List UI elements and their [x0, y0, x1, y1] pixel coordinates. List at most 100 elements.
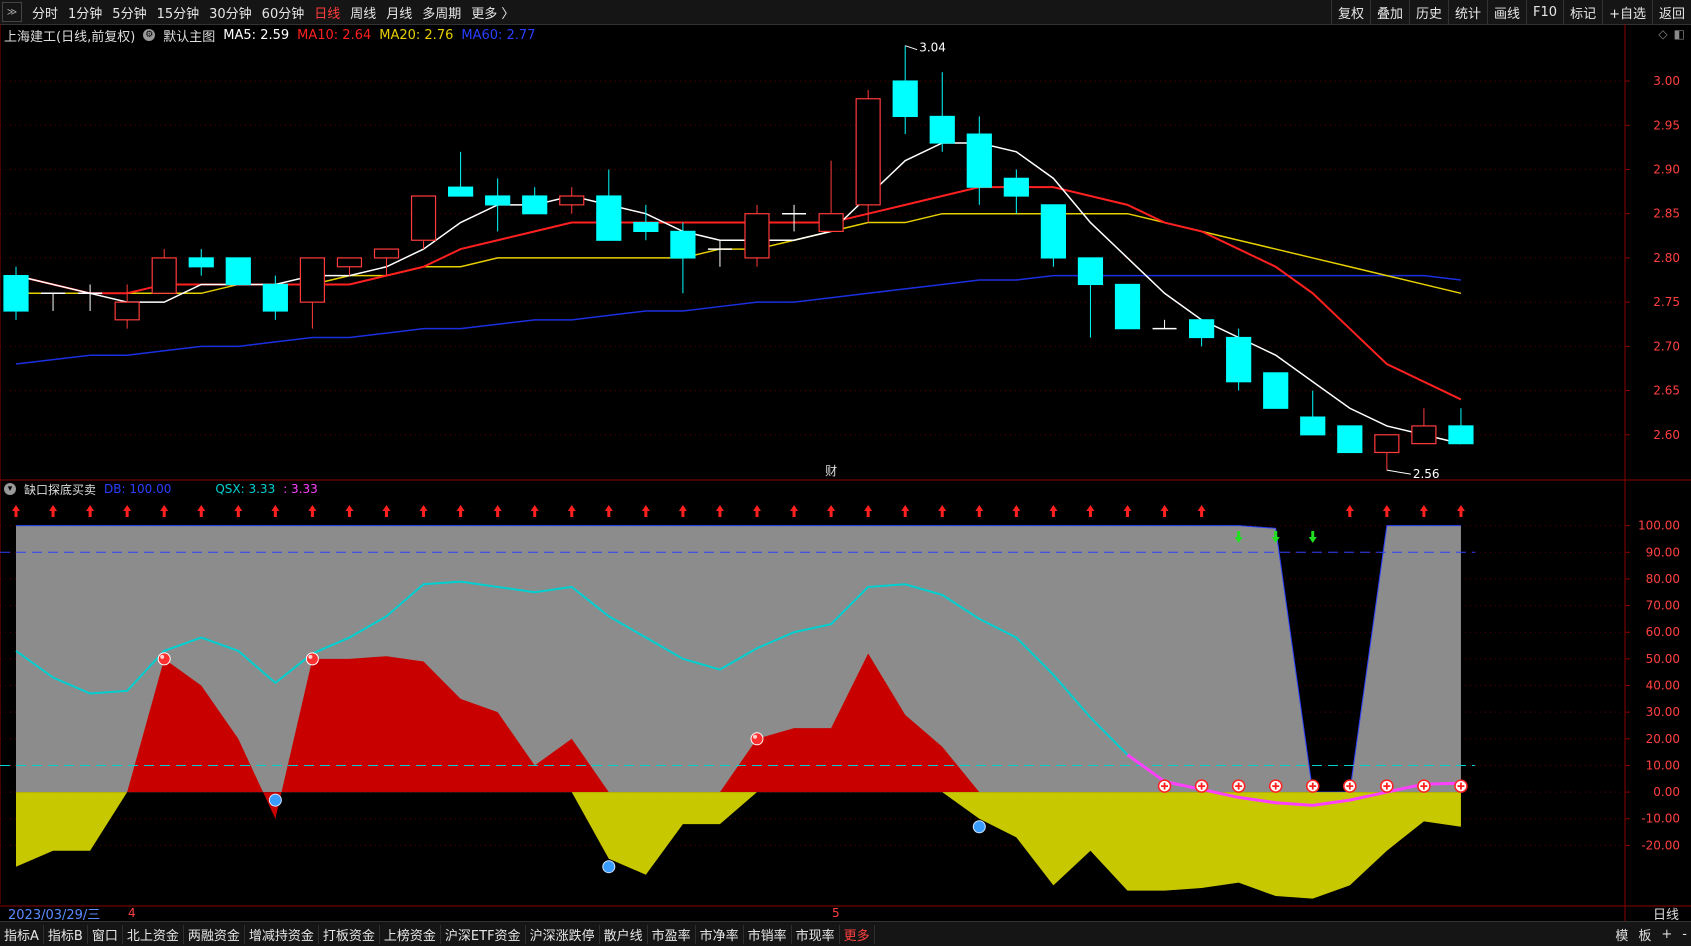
indicator-tick-label: 40.00	[1646, 679, 1680, 693]
up-arrow-icon	[456, 505, 465, 517]
indicator-tick-label: 60.00	[1646, 625, 1680, 639]
up-arrow-icon	[641, 505, 650, 517]
up-arrow-icon	[1123, 505, 1132, 517]
up-arrow-icon	[790, 505, 799, 517]
tool-button-8[interactable]: 返回	[1651, 0, 1691, 24]
period-tab-9[interactable]: 多周期	[422, 3, 461, 22]
candle-body	[596, 195, 622, 241]
candle-body	[1411, 425, 1437, 445]
tool-button-7[interactable]: +自选	[1602, 0, 1652, 24]
up-arrow-icon	[1160, 505, 1169, 517]
indicator-tab-0[interactable]: 指标A	[0, 924, 44, 944]
up-arrow-icon	[567, 505, 576, 517]
qsx-label: QSX: 3.33	[215, 482, 276, 496]
tool-button-4[interactable]: 画线	[1487, 0, 1526, 24]
indicator-tick-label: 90.00	[1646, 545, 1680, 559]
bottom-button-1[interactable]: 板	[1638, 925, 1651, 944]
up-arrow-icon	[827, 505, 836, 517]
candle-body	[1040, 204, 1067, 259]
indicator-tab-11[interactable]: 市盈率	[648, 924, 696, 944]
up-arrow-icon	[1197, 505, 1206, 517]
bottom-button-0[interactable]: 模	[1615, 925, 1628, 944]
candle-body	[262, 283, 288, 312]
candle-body	[373, 248, 400, 259]
up-arrow-icon	[308, 505, 317, 517]
indicator-tab-5[interactable]: 增减持资金	[245, 924, 319, 944]
bottom-button-2[interactable]: +	[1661, 927, 1672, 942]
red-ball-icon	[305, 652, 319, 666]
candle-body	[929, 115, 955, 144]
candle-body	[114, 301, 140, 321]
indicator-tab-6[interactable]: 打板资金	[319, 924, 380, 944]
up-arrow-icon	[678, 505, 687, 517]
indicator-tab-7[interactable]: 上榜资金	[380, 924, 441, 944]
price-tick-label: 3.00	[1653, 74, 1680, 88]
candle-body	[1337, 425, 1363, 454]
month-label-4: 4	[128, 906, 136, 920]
tool-button-3[interactable]: 统计	[1448, 0, 1487, 24]
price-tick-label: 2.75	[1653, 295, 1680, 309]
up-arrow-icon	[604, 505, 613, 517]
indicator-tab-2[interactable]: 窗口	[88, 924, 123, 944]
price-tick-label: 2.95	[1653, 118, 1680, 132]
down-arrow-icon	[1308, 531, 1317, 543]
indicator-title[interactable]: 缺口探底买卖	[24, 481, 96, 498]
indicator-menu-icon[interactable]: ▾	[4, 483, 16, 495]
indicator-tab-9[interactable]: 沪深涨跌停	[526, 924, 600, 944]
price-tick-label: 2.85	[1653, 207, 1680, 221]
candle-body	[818, 213, 844, 232]
up-arrow-icon	[975, 505, 984, 517]
up-arrow-icon	[1456, 505, 1465, 517]
up-arrow-icon	[715, 505, 724, 517]
indicator-tab-4[interactable]: 两融资金	[184, 924, 245, 944]
collapse-icon[interactable]: ≫	[2, 2, 22, 22]
candle-body	[744, 213, 770, 259]
indicator-tab-1[interactable]: 指标B	[44, 924, 88, 944]
candle-body	[670, 230, 696, 259]
indicator-tab-3[interactable]: 北上资金	[123, 924, 184, 944]
candle-body	[1300, 416, 1326, 436]
period-tab-6[interactable]: 日线	[314, 3, 340, 22]
tool-button-1[interactable]: 叠加	[1369, 0, 1409, 24]
tool-button-2[interactable]: 历史	[1408, 0, 1448, 24]
indicator-tab-8[interactable]: 沪深ETF资金	[441, 924, 526, 944]
indicator-tick-label: 80.00	[1646, 572, 1680, 586]
tool-button-6[interactable]: 标记	[1563, 0, 1602, 24]
indicator-tab-10[interactable]: 散户线	[600, 924, 648, 944]
indicator-tick-label: 10.00	[1646, 758, 1680, 772]
period-tab-0[interactable]: 分时	[32, 3, 58, 22]
period-tab-10[interactable]: 更多 〉	[471, 3, 514, 22]
period-tab-2[interactable]: 5分钟	[112, 3, 146, 22]
candle-body	[1114, 283, 1141, 330]
period-toolbar: ≫ 分时 1分钟 5分钟 15分钟 30分钟 60分钟 日线 周线 月线 多周期 更多 〉 复权 叠加…	[0, 0, 1691, 25]
tool-button-0[interactable]: 复权	[1330, 0, 1370, 24]
candle-body	[3, 275, 29, 312]
up-arrow-icon	[493, 505, 502, 517]
blue-ball-icon	[972, 820, 986, 834]
indicator-tab-12[interactable]: 市净率	[696, 924, 744, 944]
bottom-button-3[interactable]: -	[1682, 927, 1687, 942]
up-arrow-icon	[901, 505, 910, 517]
price-tick-label: 2.80	[1653, 251, 1680, 265]
up-arrow-icon	[382, 505, 391, 517]
indicator-tab-13[interactable]: 市销率	[744, 924, 792, 944]
tool-button-5[interactable]: F10	[1526, 0, 1563, 24]
candle-body	[448, 186, 474, 197]
candle-body	[336, 257, 363, 268]
indicator-tab-15[interactable]: 更多	[840, 924, 875, 944]
up-arrow-icon	[1012, 505, 1021, 517]
indicator-tab-14[interactable]: 市现率	[792, 924, 840, 944]
period-tab-1[interactable]: 1分钟	[68, 3, 102, 22]
period-tab-3[interactable]: 15分钟	[157, 3, 200, 22]
up-arrow-icon	[1086, 505, 1095, 517]
up-arrow-icon	[271, 505, 280, 517]
indicator-tabs: 指标A 指标B 窗口 北上资金 两融资金 增减持资金 打板资金 上榜资金 沪深ETF资金 沪深涨跌…	[0, 924, 875, 944]
red-ball-icon	[750, 732, 764, 746]
candle-body	[892, 80, 918, 118]
candle-body	[410, 195, 437, 241]
period-tab-4[interactable]: 30分钟	[209, 3, 252, 22]
period-tab-7[interactable]: 周线	[350, 3, 376, 22]
candle-body	[855, 98, 881, 206]
period-tab-5[interactable]: 60分钟	[262, 3, 305, 22]
period-tab-8[interactable]: 月线	[386, 3, 412, 22]
